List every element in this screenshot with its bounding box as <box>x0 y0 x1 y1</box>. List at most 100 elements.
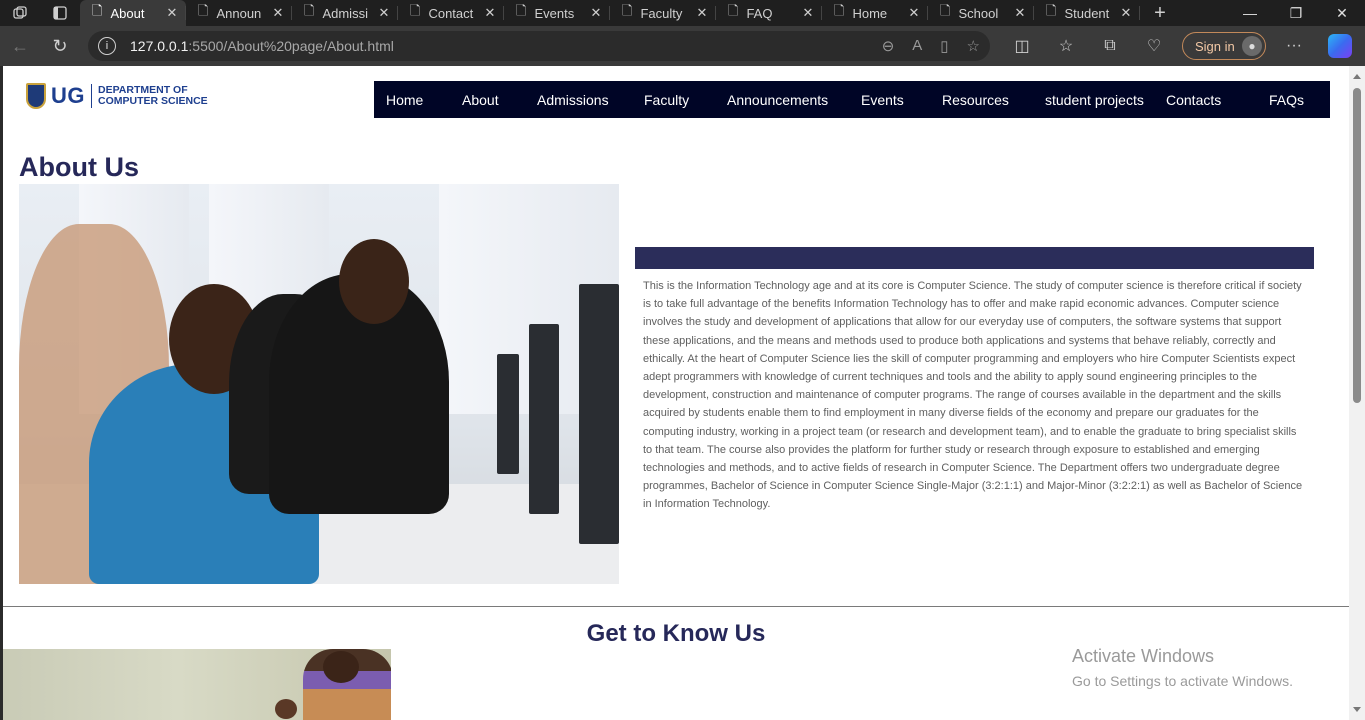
close-icon[interactable]: ✕ <box>272 5 284 21</box>
tab-label: Events <box>534 5 575 21</box>
copilot-icon[interactable] <box>1328 34 1352 58</box>
nav-link-faqs[interactable]: FAQs <box>1269 92 1304 108</box>
tab-admissions[interactable]: 🗋 Admissi ✕ <box>292 0 398 26</box>
url-host: 127.0.0.1 <box>130 38 189 54</box>
tab-student[interactable]: 🗋 Student ✕ <box>1034 0 1140 26</box>
page-icon: 🗋 <box>940 3 951 18</box>
close-icon[interactable]: ✕ <box>802 5 814 21</box>
immersive-reader-icon[interactable]: ▯ <box>940 37 948 55</box>
main-navbar: Home About Admissions Faculty Announceme… <box>374 81 1330 118</box>
split-screen-icon[interactable]: ◫ <box>1000 36 1044 56</box>
logo-divider <box>91 84 92 108</box>
tab-label: Student <box>1064 5 1110 21</box>
page-icon: 🗋 <box>728 3 739 18</box>
page-icon: 🗋 <box>92 3 103 18</box>
nav-link-student-projects[interactable]: student projects <box>1045 92 1144 108</box>
nav-link-about[interactable]: About <box>462 92 499 108</box>
close-icon[interactable]: ✕ <box>1014 5 1026 21</box>
nav-link-announcements[interactable]: Announcements <box>727 92 828 108</box>
minimize-icon[interactable]: — <box>1227 0 1273 26</box>
workspaces-icon[interactable] <box>0 0 40 26</box>
tab-faculty[interactable]: 🗋 Faculty ✕ <box>610 0 716 26</box>
page-icon: 🗋 <box>834 3 845 18</box>
window-controls: — ❐ ✕ <box>1227 0 1365 26</box>
get-to-know-title: Get to Know Us <box>586 620 766 647</box>
zoom-icon[interactable]: ⊖ <box>882 37 895 55</box>
browser-toolbar: ← ↻ i 127.0.0.1:5500/About%20page/About.… <box>0 26 1365 66</box>
close-icon[interactable]: ✕ <box>590 5 602 21</box>
monitor-shape <box>497 354 519 474</box>
profile-avatar-icon: ● <box>1242 36 1262 56</box>
tab-contact[interactable]: 🗋 Contact ✕ <box>398 0 504 26</box>
read-aloud-icon[interactable]: A <box>912 37 922 55</box>
tab-about[interactable]: 🗋 About ✕ <box>80 0 186 26</box>
scroll-up-icon[interactable] <box>1353 74 1361 79</box>
scroll-down-icon[interactable] <box>1353 707 1361 712</box>
tab-label: FAQ <box>746 5 773 21</box>
back-icon[interactable]: ← <box>0 26 40 66</box>
nav-link-admissions[interactable]: Admissions <box>537 92 609 108</box>
tab-label: About <box>110 5 145 21</box>
reload-icon[interactable]: ↻ <box>40 26 80 66</box>
restore-icon[interactable]: ❐ <box>1273 0 1319 26</box>
tab-faq[interactable]: 🗋 FAQ ✕ <box>716 0 822 26</box>
address-bar[interactable]: i 127.0.0.1:5500/About%20page/About.html… <box>88 31 990 61</box>
site-info-icon[interactable]: i <box>98 37 116 55</box>
page-icon: 🗋 <box>622 3 633 18</box>
tab-actions-icon[interactable] <box>40 0 80 26</box>
tab-school[interactable]: 🗋 School ✕ <box>928 0 1034 26</box>
logo-line-2: COMPUTER SCIENCE <box>98 95 208 107</box>
new-tab-icon[interactable]: + <box>1140 0 1180 26</box>
collections-icon[interactable]: ⧉ <box>1088 37 1132 55</box>
close-icon[interactable]: ✕ <box>166 5 178 21</box>
activate-windows-watermark: Activate Windows Go to Settings to activ… <box>1072 646 1293 689</box>
page-scrollbar[interactable] <box>1349 66 1365 720</box>
tab-label: Faculty <box>640 5 683 21</box>
url-path: :5500/About%20page/About.html <box>188 38 394 54</box>
tab-label: Admissi <box>322 5 368 21</box>
page-icon: 🗋 <box>304 3 315 18</box>
logo-abbr: UG <box>51 83 85 108</box>
logo-department: DEPARTMENT OF COMPUTER SCIENCE <box>98 85 208 107</box>
section-divider <box>3 606 1349 607</box>
tab-label: Announ <box>216 5 262 21</box>
close-icon[interactable]: ✕ <box>484 5 496 21</box>
favorite-star-icon[interactable]: ☆ <box>967 37 980 55</box>
window-close-icon[interactable]: ✕ <box>1319 0 1365 26</box>
face-shape <box>323 651 359 683</box>
close-icon[interactable]: ✕ <box>908 5 920 21</box>
tab-events[interactable]: 🗋 Events ✕ <box>504 0 610 26</box>
page-icon: 🗋 <box>198 3 209 18</box>
page-icon: 🗋 <box>516 3 527 18</box>
about-paragraph: This is the Information Technology age a… <box>643 280 1303 511</box>
site-logo[interactable]: UG DEPARTMENT OF COMPUTER SCIENCE <box>26 83 208 109</box>
more-options-icon[interactable]: ··· <box>1272 37 1316 55</box>
tab-label: Contact <box>428 5 474 21</box>
tab-announcements[interactable]: 🗋 Announ ✕ <box>186 0 292 26</box>
nav-link-events[interactable]: Events <box>861 92 904 108</box>
sign-in-button[interactable]: Sign in ● <box>1182 32 1266 60</box>
hand-shape <box>275 699 297 719</box>
about-accent-bar <box>635 247 1314 269</box>
person-shape <box>339 239 409 324</box>
browser-essentials-icon[interactable]: ♡ <box>1132 36 1176 56</box>
close-icon[interactable]: ✕ <box>696 5 708 21</box>
tab-home[interactable]: 🗋 Home ✕ <box>822 0 928 26</box>
sign-in-label: Sign in <box>1195 38 1235 54</box>
tab-label: Home <box>852 5 888 21</box>
favorites-icon[interactable]: ☆ <box>1044 36 1088 56</box>
team-photo <box>3 649 391 720</box>
close-icon[interactable]: ✕ <box>1120 5 1132 21</box>
page-icon: 🗋 <box>410 3 421 18</box>
nav-link-contacts[interactable]: Contacts <box>1166 92 1221 108</box>
nav-link-faculty[interactable]: Faculty <box>644 92 689 108</box>
about-title: About Us <box>19 152 139 182</box>
scrollbar-thumb[interactable] <box>1353 88 1361 403</box>
tab-label: School <box>958 5 999 21</box>
monitor-shape <box>529 324 559 514</box>
watermark-line-1: Activate Windows <box>1072 646 1215 666</box>
nav-link-home[interactable]: Home <box>386 92 423 108</box>
watermark-line-2: Go to Settings to activate Windows. <box>1072 673 1293 689</box>
close-icon[interactable]: ✕ <box>378 5 390 21</box>
nav-link-resources[interactable]: Resources <box>942 92 1009 108</box>
